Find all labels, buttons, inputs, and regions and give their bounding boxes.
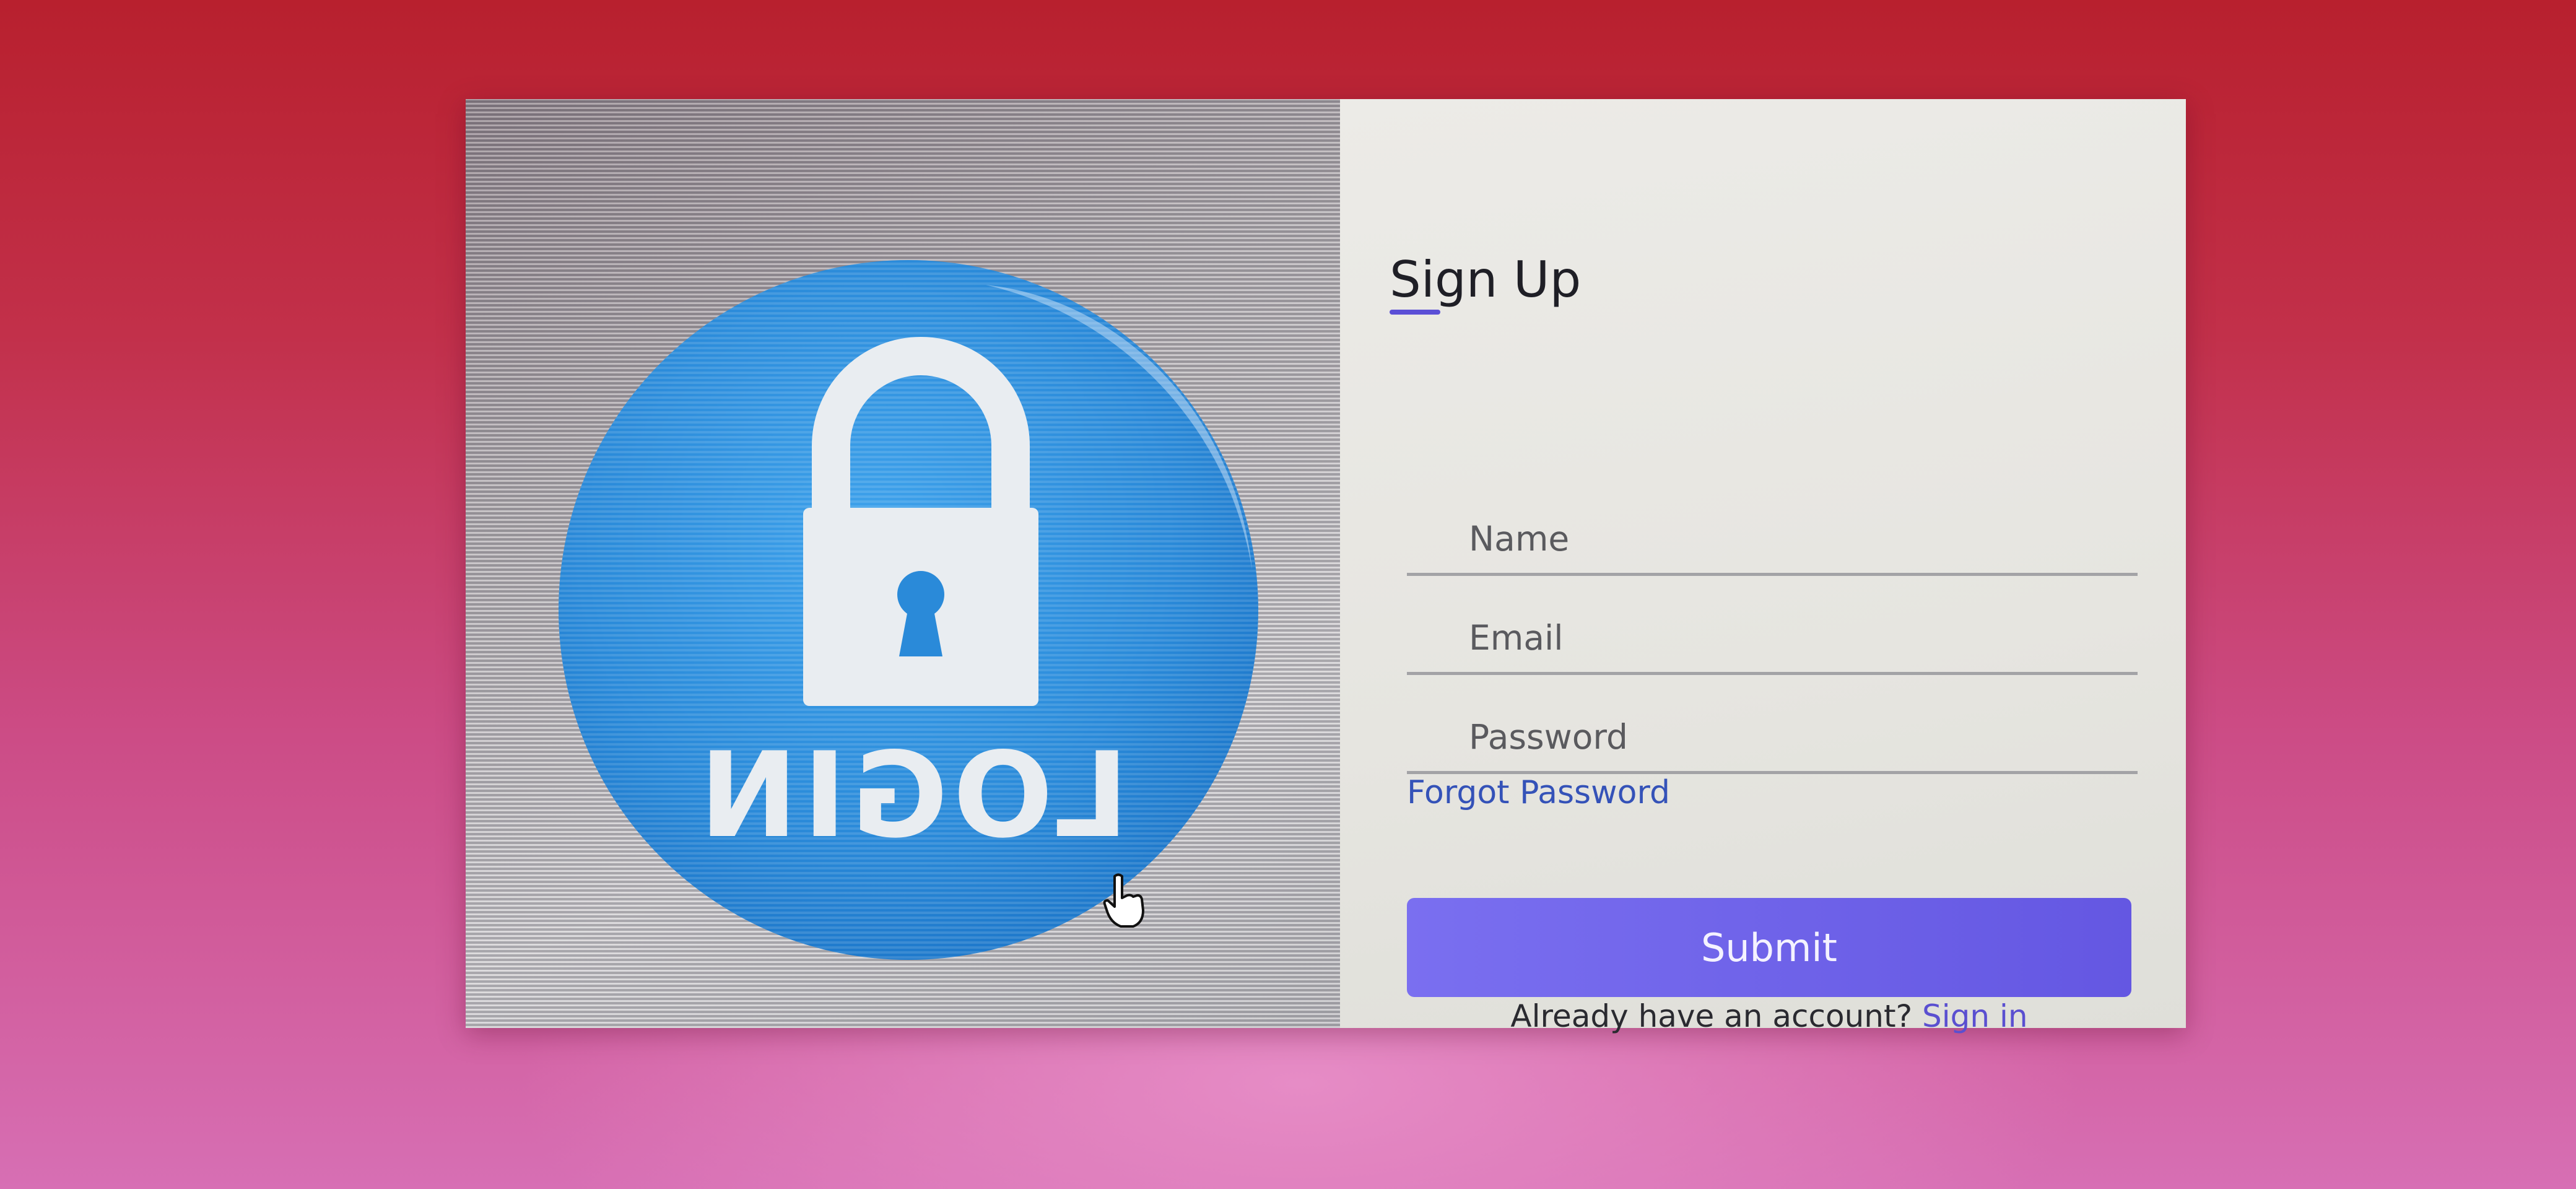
signup-card: LOGIN Sign Up Forgot Password Submit Alr… — [466, 99, 2186, 1034]
login-badge-text: LOGIN — [694, 727, 1128, 864]
form-title: Sign Up — [1390, 251, 1582, 308]
name-field — [1407, 480, 2138, 576]
title-underline — [1390, 310, 1440, 315]
signin-prompt: Already have an account? Sign in — [1407, 998, 2131, 1034]
password-field — [1407, 678, 2138, 774]
signup-form-panel: Sign Up Forgot Password Submit Already h… — [1340, 99, 2186, 1034]
email-field — [1407, 579, 2138, 675]
submit-button[interactable]: Submit — [1407, 898, 2131, 997]
hand-cursor-icon — [1103, 873, 1144, 928]
password-input[interactable] — [1407, 678, 2138, 771]
login-badge-icon: LOGIN — [559, 260, 1258, 960]
login-hero-image: LOGIN — [466, 99, 1340, 1028]
account-prompt-text: Already have an account? — [1510, 998, 1913, 1034]
signin-link[interactable]: Sign in — [1922, 998, 2028, 1034]
name-input[interactable] — [1407, 480, 2138, 573]
forgot-password-link[interactable]: Forgot Password — [1407, 774, 1670, 811]
email-input[interactable] — [1407, 579, 2138, 672]
